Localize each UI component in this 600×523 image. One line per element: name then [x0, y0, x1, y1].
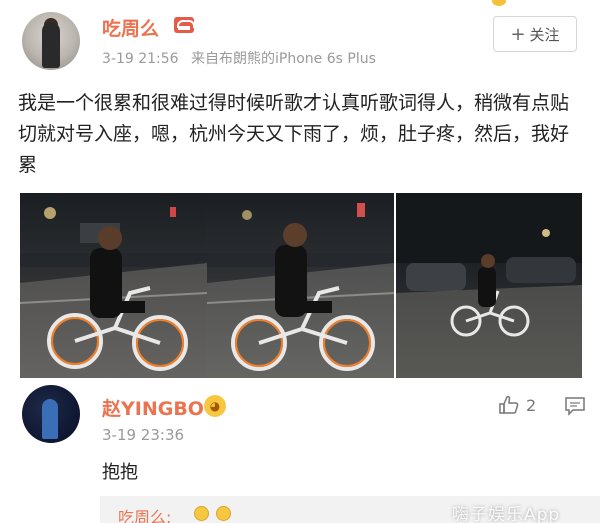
vip-badge-icon: [174, 17, 195, 33]
watermark: 嗨子娱乐App: [452, 505, 561, 523]
photo-cycling-2[interactable]: [207, 193, 394, 378]
plus-icon: +: [510, 23, 526, 45]
post-source: 来自布朗熊的iPhone 6s Plus: [191, 51, 376, 67]
like-count: 2: [526, 395, 537, 415]
avatar-figure: [42, 399, 58, 439]
author-username[interactable]: 吃周么: [102, 14, 159, 41]
post-time: 3-19 21:56: [102, 51, 179, 67]
post-text: 我是一个很累和很难过得时候听歌才认真听歌词得人，稍微有点贴切就对号入座，嗯，杭州…: [18, 92, 570, 176]
commenter-username[interactable]: 赵YINGBO: [102, 394, 204, 421]
nested-reply-separator: :: [166, 508, 172, 523]
emoji-icon: [194, 506, 209, 521]
nested-reply-user[interactable]: 吃周么:: [118, 504, 171, 523]
avatar-figure: [42, 22, 60, 68]
commenter-avatar[interactable]: [22, 385, 80, 443]
comment-icon[interactable]: [564, 396, 586, 420]
post-meta: 3-19 21:56 来自布朗熊的iPhone 6s Plus: [102, 48, 376, 68]
follow-label: 关注: [529, 25, 560, 44]
follow-button[interactable]: + 关注: [493, 16, 577, 52]
nested-reply-username: 吃周么: [118, 508, 167, 523]
emoji-icon: [216, 506, 231, 521]
author-avatar[interactable]: [22, 12, 80, 70]
comment-text: 抱抱: [102, 462, 138, 483]
photo-cycling-3[interactable]: [396, 193, 582, 378]
comment-time: 3-19 23:36: [102, 426, 185, 444]
photo-cycling-1[interactable]: [20, 193, 207, 378]
emoji-icon: ◕: [204, 395, 226, 417]
like-button[interactable]: 2: [498, 394, 536, 416]
thumbs-up-icon: [499, 395, 519, 414]
notification-decoration: [492, 0, 506, 6]
